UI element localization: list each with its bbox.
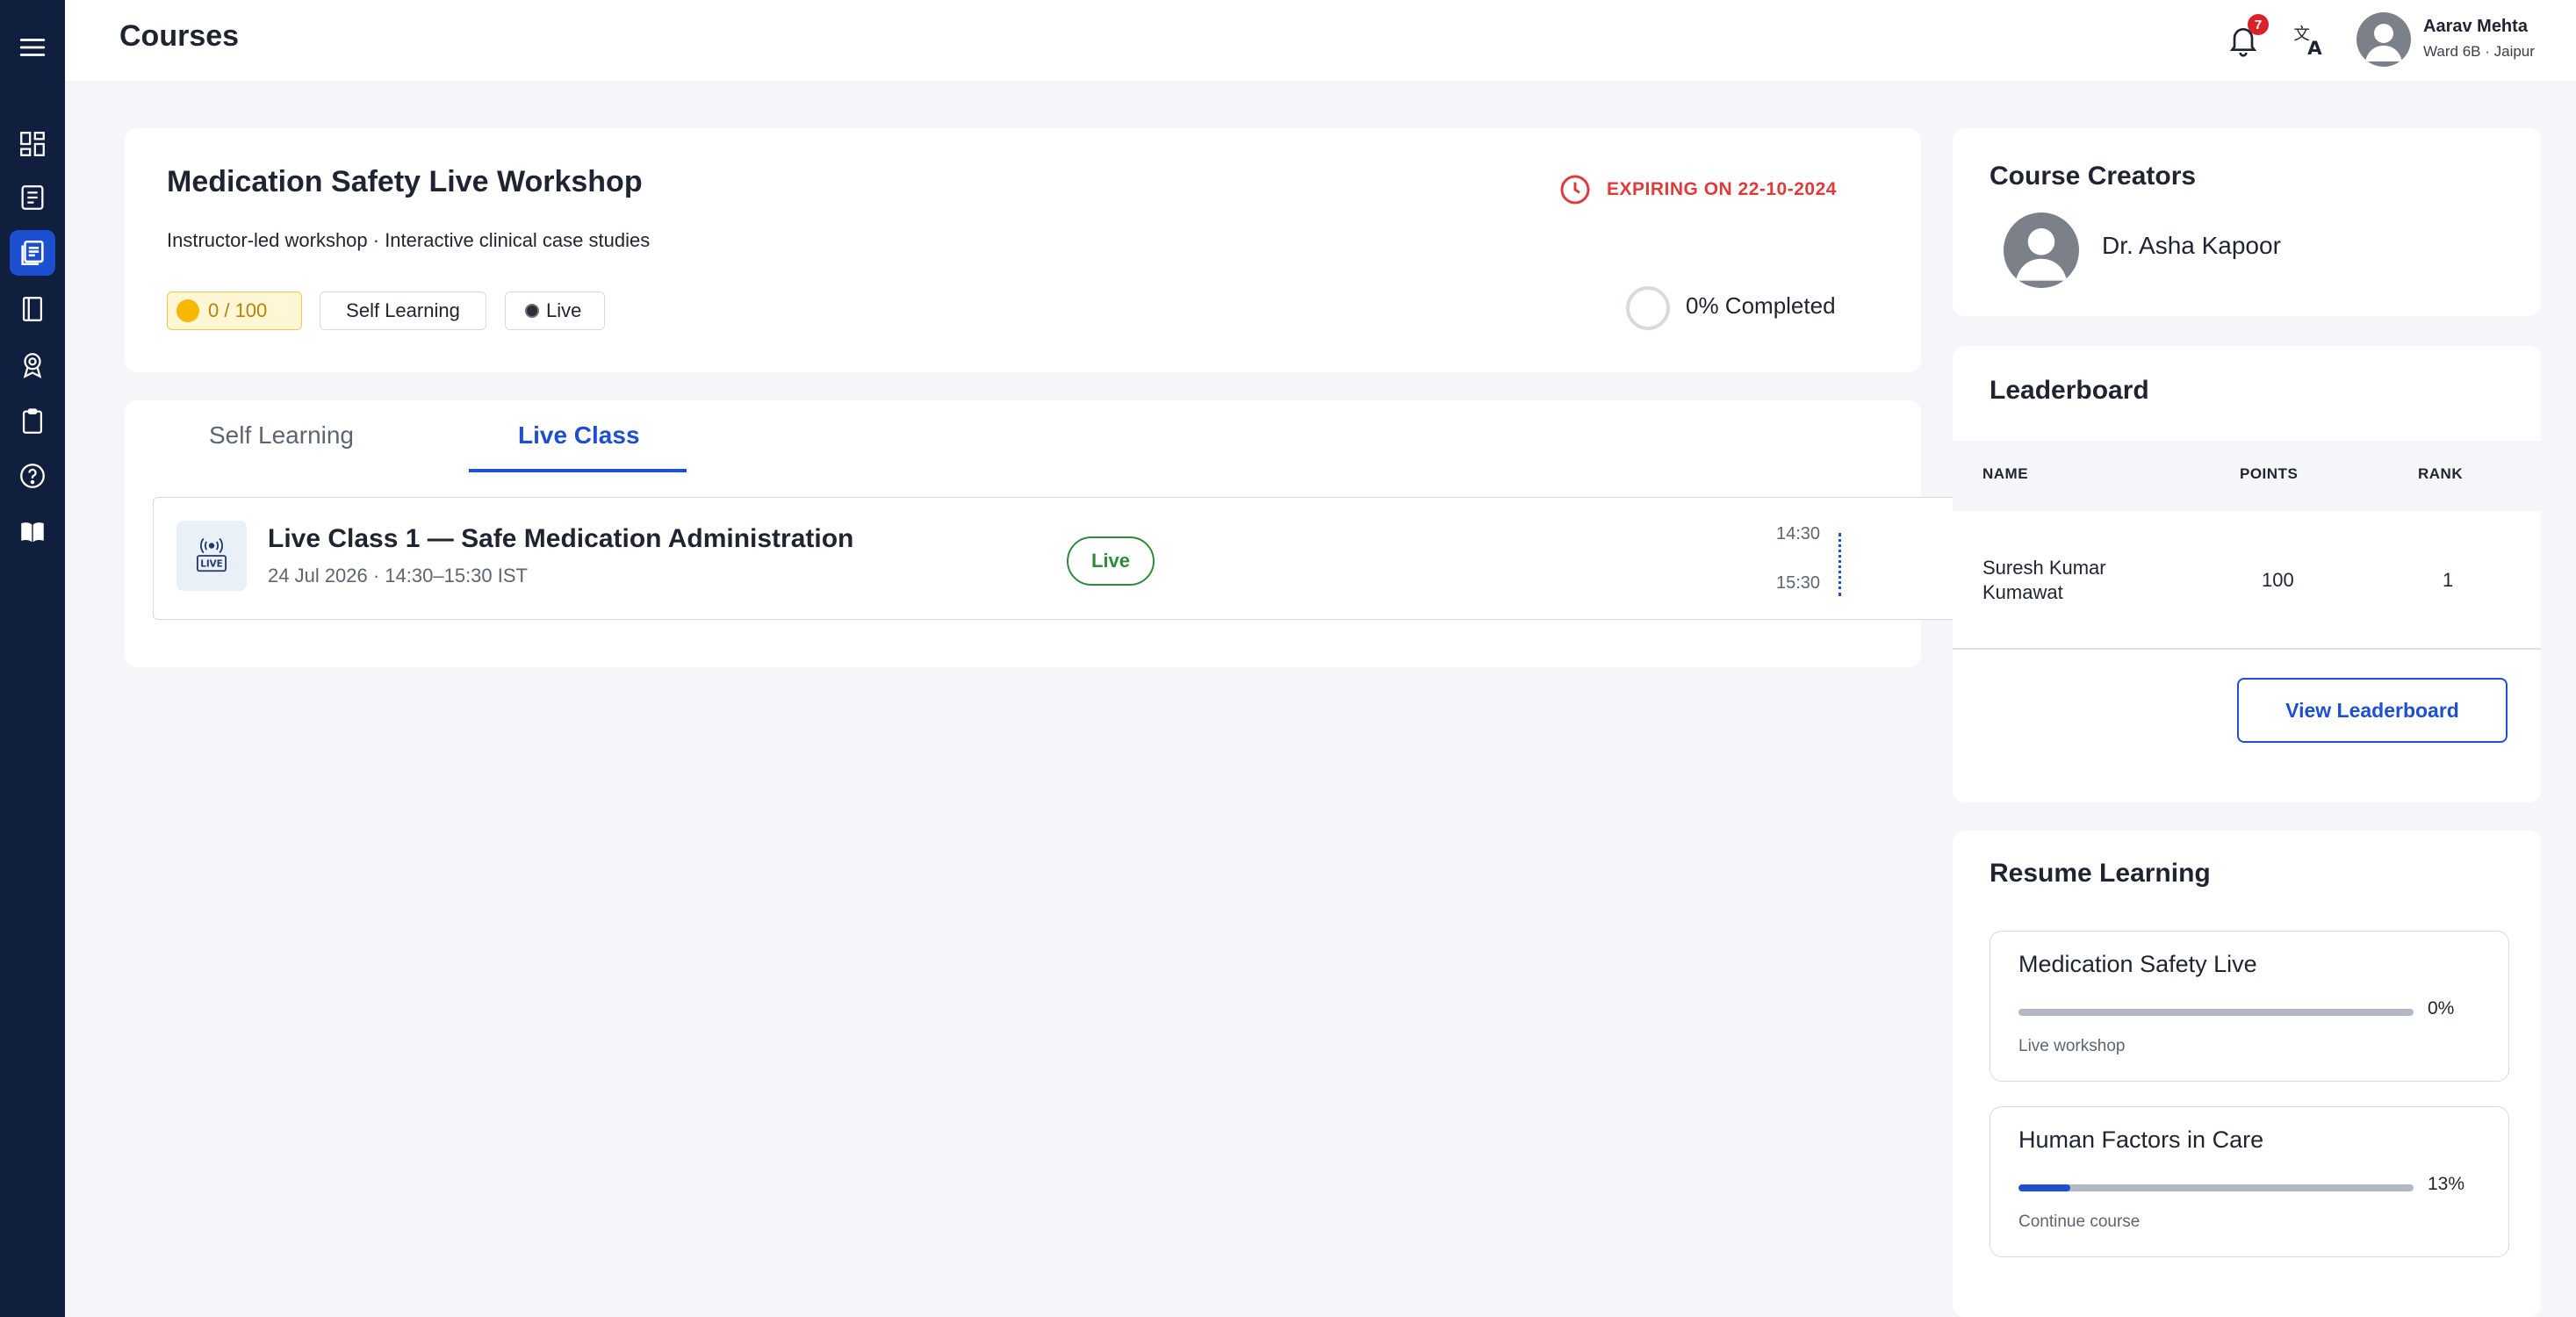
tab-live-class[interactable]: Live Class xyxy=(518,421,640,450)
completion-ring xyxy=(1626,286,1670,330)
notifications-button[interactable]: 7 xyxy=(2221,14,2269,61)
user-name: Aarav Mehta xyxy=(2423,17,2528,36)
resume-item-title: Human Factors in Care xyxy=(2018,1126,2264,1153)
leader-rank: 1 xyxy=(2443,569,2454,591)
page-title: Courses xyxy=(119,19,240,53)
menu-icon[interactable] xyxy=(10,25,55,70)
library-icon[interactable] xyxy=(10,509,55,555)
book-icon[interactable] xyxy=(10,286,55,332)
svg-text:A: A xyxy=(2307,38,2322,57)
live-tag-label: Live xyxy=(546,299,582,321)
resume-item-medication-safety[interactable]: Medication Safety Live 0% Live workshop xyxy=(1990,931,2509,1082)
live-tag: Live xyxy=(505,291,605,330)
course-summary-card: Medication Safety Live Workshop Instruct… xyxy=(125,128,1921,372)
course-creators-card: Course Creators Dr. Asha Kapoor xyxy=(1953,128,2541,316)
courses-icon[interactable] xyxy=(10,230,55,276)
leaderboard-header-row: NAME POINTS RANK xyxy=(1953,441,2541,511)
dashboard-icon[interactable] xyxy=(10,121,55,167)
user-avatar[interactable] xyxy=(2357,12,2411,67)
points-value: 0 / 100 xyxy=(208,299,268,321)
time-range-indicator xyxy=(1838,533,1841,596)
creators-heading: Course Creators xyxy=(1990,162,2197,191)
leader-points: 100 xyxy=(2262,569,2294,591)
user-ward: Ward 6B · Jaipur xyxy=(2423,43,2535,60)
course-title: Medication Safety Live Workshop xyxy=(167,165,643,198)
self-learning-tag: Self Learning xyxy=(320,291,486,330)
view-leaderboard-button[interactable]: View Leaderboard xyxy=(2237,678,2508,743)
tab-self-learning[interactable]: Self Learning xyxy=(209,421,354,450)
creator-name: Dr. Asha Kapoor xyxy=(2102,232,2281,259)
leader-name-line2: Kumawat xyxy=(1982,581,2063,603)
leaderboard-heading: Leaderboard xyxy=(1990,376,2149,405)
end-time: 15:30 xyxy=(1776,573,1821,593)
award-icon[interactable] xyxy=(10,342,55,388)
column-points: POINTS xyxy=(2240,465,2299,482)
resume-item-subtitle: Live workshop xyxy=(2018,1037,2126,1055)
start-time: 14:30 xyxy=(1776,524,1821,543)
progress-bar xyxy=(2018,1184,2414,1191)
course-content-card: Self Learning Live Class LIVE Live Class… xyxy=(125,400,1958,667)
notification-badge: 7 xyxy=(2248,14,2269,35)
coin-icon xyxy=(176,299,199,322)
progress-percent: 0% xyxy=(2428,998,2455,1018)
live-class-item[interactable]: LIVE Live Class 1 — Safe Medication Admi… xyxy=(153,497,1958,620)
leaderboard-card: Leaderboard NAME POINTS RANK Suresh Kuma… xyxy=(1953,346,2541,802)
clipboard-icon[interactable] xyxy=(10,399,55,444)
row-divider xyxy=(1953,648,2541,650)
live-broadcast-icon: LIVE xyxy=(176,521,247,591)
column-name: NAME xyxy=(1982,465,2029,482)
clock-icon xyxy=(1560,175,1590,205)
course-subtitle: Instructor-led workshop · Interactive cl… xyxy=(167,229,651,251)
top-header: Courses 7 文 A Aarav Mehta Ward 6B · Jaip… xyxy=(65,0,2576,81)
svg-text:LIVE: LIVE xyxy=(200,559,223,570)
translate-icon: 文 A xyxy=(2293,25,2322,57)
expiry-notice: EXPIRING ON 22-10-2024 xyxy=(1558,172,1837,207)
sidebar xyxy=(0,0,65,1317)
leader-name-line1: Suresh Kumar xyxy=(1982,557,2106,579)
points-pill: 0 / 100 xyxy=(167,291,302,330)
expiry-text: EXPIRING ON 22-10-2024 xyxy=(1607,179,1837,199)
resume-item-title: Medication Safety Live xyxy=(2018,951,2257,977)
radio-dot-icon xyxy=(525,304,539,318)
resume-learning-card: Resume Learning Medication Safety Live 0… xyxy=(1953,831,2541,1317)
creator-avatar xyxy=(2004,212,2079,288)
live-class-date: 24 Jul 2026 · 14:30–15:30 IST xyxy=(268,565,528,587)
language-button[interactable]: 文 A xyxy=(2288,18,2332,61)
progress-percent: 13% xyxy=(2428,1174,2465,1194)
progress-bar xyxy=(2018,1009,2414,1016)
help-icon[interactable] xyxy=(10,453,55,499)
completion-text: 0% Completed xyxy=(1686,292,1836,319)
resume-heading: Resume Learning xyxy=(1990,859,2211,888)
column-rank: RANK xyxy=(2418,465,2464,482)
live-status-chip: Live xyxy=(1067,536,1155,586)
notes-icon[interactable] xyxy=(10,175,55,220)
active-tab-indicator xyxy=(469,469,687,472)
resume-item-human-factors[interactable]: Human Factors in Care 13% Continue cours… xyxy=(1990,1106,2509,1257)
live-class-title: Live Class 1 — Safe Medication Administr… xyxy=(268,524,854,553)
resume-item-subtitle: Continue course xyxy=(2018,1213,2141,1231)
